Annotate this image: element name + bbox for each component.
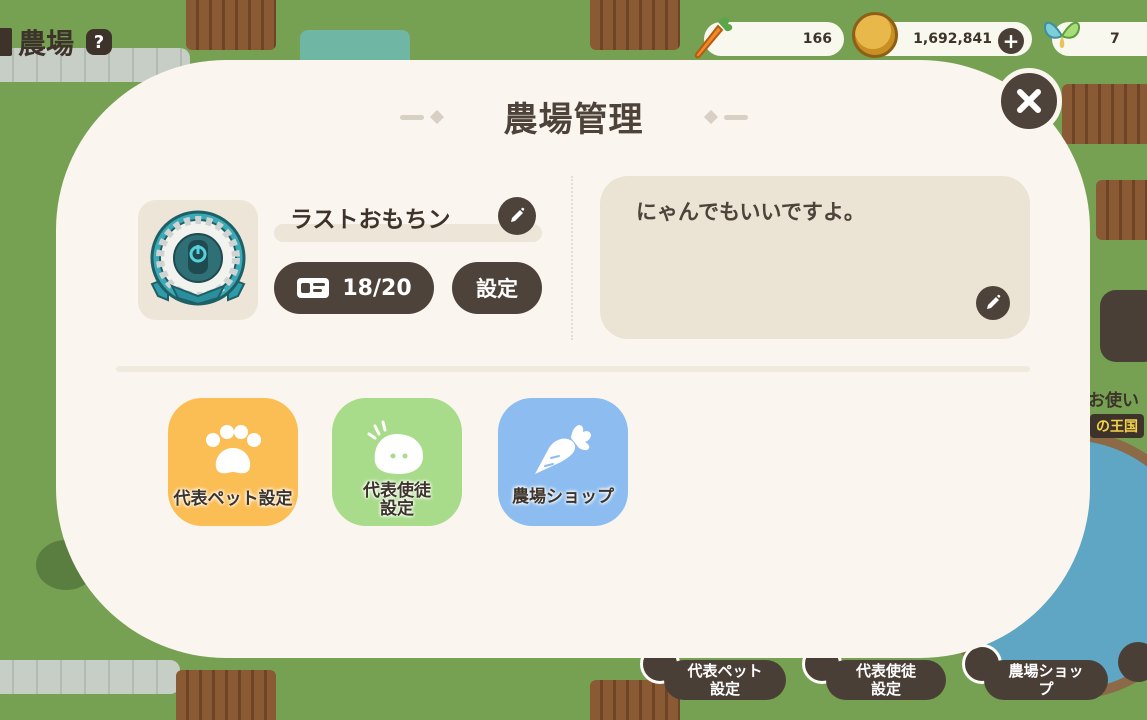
member-card-icon	[297, 278, 330, 298]
farm-management-dialog	[56, 60, 1090, 658]
edit-message-button[interactable]	[976, 286, 1010, 320]
member-count: 18/20	[342, 275, 412, 301]
farm-title-text: 農場	[18, 27, 75, 60]
title-ornament-right	[704, 113, 748, 121]
mochi-spirit-icon	[367, 420, 423, 474]
coin-count: 1,692,841	[913, 31, 992, 47]
close-icon	[1017, 89, 1041, 113]
carrot-icon	[694, 17, 733, 59]
vertical-divider	[571, 176, 573, 340]
farm-shop-tile[interactable]: 農場ショップ	[498, 398, 628, 526]
farm-emblem[interactable]	[138, 200, 258, 320]
settings-button[interactable]: 設定	[452, 262, 542, 314]
gear-emblem-icon	[150, 210, 246, 306]
bottom-farm-shop-button[interactable]: 農場ショッ プ	[984, 660, 1108, 700]
close-button[interactable]	[996, 68, 1062, 134]
paw-icon	[206, 425, 261, 474]
dialog-title: 農場管理	[503, 100, 644, 140]
carrot-count: 166	[802, 31, 832, 47]
bottom-disciple-label: 代表使徒 設定	[855, 662, 916, 698]
carrot-shop-icon	[535, 425, 591, 474]
disciple-settings-label: 代表使徒 設定	[363, 481, 431, 519]
bottom-pet-settings-button[interactable]: 代表ペット 設定	[664, 660, 786, 700]
kingdom-badge: の王国	[1090, 414, 1144, 438]
disciple-settings-tile[interactable]: 代表使徒 設定	[332, 398, 462, 526]
farm-shop-label: 農場ショップ	[512, 487, 614, 507]
fence	[186, 0, 276, 50]
errand-label: お使い	[1088, 391, 1139, 411]
pencil-icon	[987, 294, 1001, 309]
pencil-icon	[511, 207, 525, 222]
butterfly-gem-icon	[1044, 21, 1080, 48]
pet-settings-tile[interactable]: 代表ペット設定	[168, 398, 298, 526]
coin-icon	[852, 12, 898, 58]
stone-wall	[0, 660, 180, 694]
player-name: ラストおもちン	[290, 207, 451, 233]
add-coin-button[interactable]: +	[998, 28, 1024, 54]
farm-title: 農場 ?	[0, 22, 113, 62]
section-divider	[116, 366, 1030, 372]
fence	[1096, 180, 1147, 240]
side-menu-button[interactable]	[1100, 290, 1147, 362]
fence	[590, 0, 680, 50]
edit-name-button[interactable]	[498, 197, 536, 235]
bottom-shop-label: 農場ショッ プ	[1008, 662, 1084, 698]
title-ornament-left	[399, 113, 444, 121]
bottom-pet-label: 代表ペット 設定	[687, 662, 763, 698]
gem-count: 7	[1110, 31, 1120, 47]
farm-flag-icon	[0, 28, 12, 56]
dialog-header: 農場管理	[0, 92, 1147, 141]
help-icon[interactable]: ?	[86, 29, 113, 55]
fence	[176, 670, 276, 720]
bottom-disciple-settings-button[interactable]: 代表使徒 設定	[826, 660, 946, 700]
pet-settings-label: 代表ペット設定	[173, 489, 293, 509]
farm-message: にゃんでもいいですよ。	[636, 200, 865, 224]
member-count-badge: 18/20	[274, 262, 434, 314]
